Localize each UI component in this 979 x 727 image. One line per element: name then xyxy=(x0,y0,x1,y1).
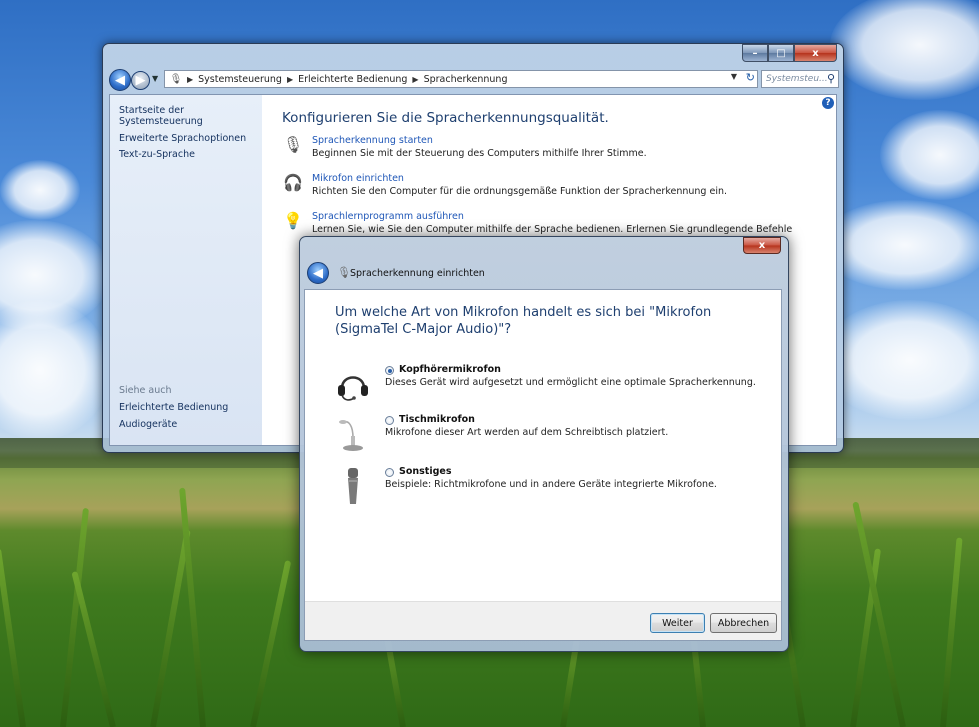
sidebar-link-advanced-speech[interactable]: Erweiterte Sprachoptionen xyxy=(119,133,246,144)
page-title: Konfigurieren Sie die Spracherkennungsqu… xyxy=(282,110,609,126)
refresh-icon[interactable]: ↻ xyxy=(746,71,755,84)
option-desc-other: Beispiele: Richtmikrofone und in andere … xyxy=(385,479,717,490)
sidebar: Startseite der Systemsteuerung Erweitert… xyxy=(110,95,262,445)
dialog-question: Um welche Art von Mikrofon handelt es si… xyxy=(335,305,712,337)
window-caption-buttons: – □ x xyxy=(742,44,837,62)
task-link-tutorial[interactable]: Sprachlernprogramm ausführen xyxy=(312,211,464,222)
cancel-button[interactable]: Abbrechen xyxy=(710,613,777,633)
dialog-button-row: Weiter Abbrechen xyxy=(305,601,781,640)
chevron-right-icon[interactable]: ▶ xyxy=(412,75,418,84)
dialog-close-button[interactable]: x xyxy=(743,237,781,254)
address-dropdown-icon[interactable]: ▼ xyxy=(731,72,737,81)
option-desc-headset: Dieses Gerät wird aufgesetzt und ermögli… xyxy=(385,377,756,388)
radio-desk[interactable] xyxy=(385,416,394,425)
dialog-title: Spracherkennung einrichten xyxy=(350,268,485,279)
sidebar-link-text-to-speech[interactable]: Text-zu-Sprache xyxy=(119,149,195,160)
search-input[interactable]: Systemsteu... ⚲ xyxy=(761,70,839,88)
microphone-icon: 🎙 xyxy=(169,73,183,85)
see-also-heading: Siehe auch xyxy=(119,385,172,396)
sidebar-link-home[interactable]: Startseite der Systemsteuerung xyxy=(119,105,262,127)
back-arrow-icon: ◀ xyxy=(115,72,125,88)
option-desk[interactable]: Tischmikrofon Mikrofone dieser Art werde… xyxy=(335,414,765,454)
breadcrumb-erleichterte-bedienung[interactable]: Erleichterte Bedienung xyxy=(298,74,407,85)
task-desc-microphone: Richten Sie den Computer für die ordnung… xyxy=(312,186,727,197)
task-link-microphone[interactable]: Mikrofon einrichten xyxy=(312,173,404,184)
lightbulb-icon: 💡 xyxy=(283,211,303,230)
next-button[interactable]: Weiter xyxy=(650,613,705,633)
chevron-right-icon[interactable]: ▶ xyxy=(187,75,193,84)
minimize-button[interactable]: – xyxy=(742,44,768,62)
chevron-right-icon[interactable]: ▶ xyxy=(287,75,293,84)
help-icon[interactable]: ? xyxy=(822,97,834,109)
dialog-back-button[interactable]: ◀ xyxy=(307,262,329,284)
recent-pages-dropdown-icon[interactable]: ▼ xyxy=(152,74,158,83)
back-button[interactable]: ◀ xyxy=(109,69,131,91)
search-placeholder: Systemsteu... xyxy=(766,74,828,84)
desk-microphone-icon xyxy=(339,420,363,451)
address-box[interactable]: 🎙 ▶ Systemsteuerung ▶ Erleichterte Bedie… xyxy=(164,70,758,88)
option-label-other[interactable]: Sonstiges xyxy=(399,466,451,477)
forward-arrow-icon: ▶ xyxy=(135,73,146,88)
option-other[interactable]: Sonstiges Beispiele: Richtmikrofone und … xyxy=(335,466,765,506)
task-desc-tutorial: Lernen Sie, wie Sie den Computer mithilf… xyxy=(312,224,793,235)
task-link-start[interactable]: Spracherkennung starten xyxy=(312,135,433,146)
radio-headset[interactable] xyxy=(385,366,394,375)
address-bar: ◀ ▶ ▼ 🎙 ▶ Systemsteuerung ▶ Erleichterte… xyxy=(109,68,839,92)
option-headset[interactable]: Kopfhörermikrofon Dieses Gerät wird aufg… xyxy=(335,364,765,404)
option-desc-desk: Mikrofone dieser Art werden auf dem Schr… xyxy=(385,427,669,438)
headset-icon: 🎧 xyxy=(283,173,303,192)
task-desc-start: Beginnen Sie mit der Steuerung des Compu… xyxy=(312,148,647,159)
back-arrow-icon: ◀ xyxy=(313,265,323,281)
forward-button[interactable]: ▶ xyxy=(131,71,150,90)
breadcrumb-systemsteuerung[interactable]: Systemsteuerung xyxy=(198,74,282,85)
microphone-icon: 🎙 xyxy=(337,266,351,279)
search-icon[interactable]: ⚲ xyxy=(827,72,835,85)
option-label-headset[interactable]: Kopfhörermikrofon xyxy=(399,364,501,375)
maximize-button[interactable]: □ xyxy=(768,44,794,62)
dialog-body: Um welche Art von Mikrofon handelt es si… xyxy=(304,289,782,641)
breadcrumb-spracherkennung[interactable]: Spracherkennung xyxy=(424,74,508,85)
sidebar-link-ease-of-access[interactable]: Erleichterte Bedienung xyxy=(119,402,228,413)
option-label-desk[interactable]: Tischmikrofon xyxy=(399,414,475,425)
headset-microphone-icon xyxy=(338,376,368,401)
microphone-icon: 🎙 xyxy=(282,135,304,154)
sidebar-link-audio-devices[interactable]: Audiogeräte xyxy=(119,419,177,430)
radio-other[interactable] xyxy=(385,468,394,477)
speech-setup-dialog: x ◀ 🎙 Spracherkennung einrichten Um welc… xyxy=(299,236,789,652)
handheld-microphone-icon xyxy=(348,468,358,504)
close-button[interactable]: x xyxy=(794,44,837,62)
